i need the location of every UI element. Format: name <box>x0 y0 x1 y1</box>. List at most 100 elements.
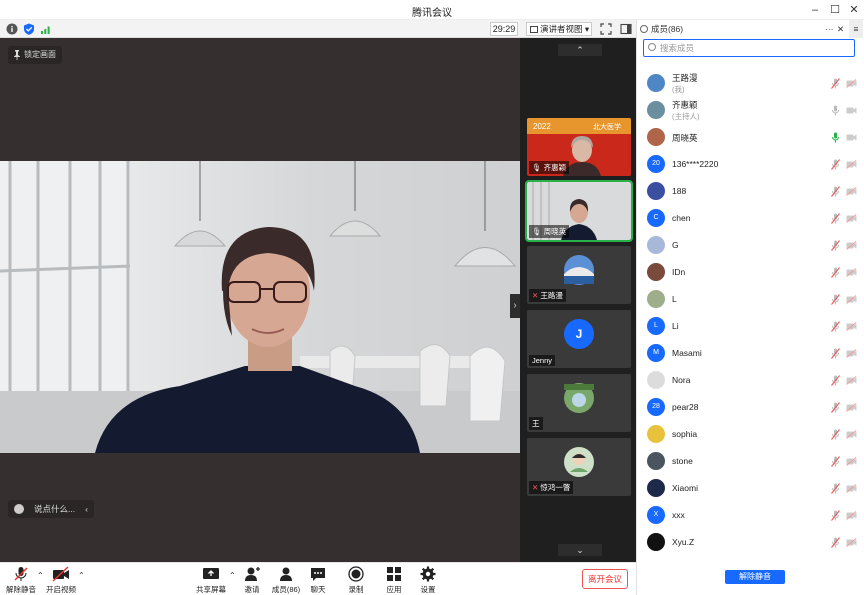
panel-menu-icon[interactable]: ≡ <box>849 20 863 38</box>
close-panel-icon[interactable]: ✕ <box>837 20 844 38</box>
participant-tile[interactable]: J Jenny <box>527 310 631 368</box>
leave-meeting-button[interactable]: 离开会议 <box>582 569 628 589</box>
participant-tile[interactable]: 2022 北大医学 🎙 齐惠颖 <box>527 118 631 176</box>
camera-off-icon[interactable] <box>846 268 857 277</box>
record-button[interactable]: 录制 <box>344 566 368 594</box>
mic-muted-icon[interactable] <box>831 159 840 170</box>
member-row[interactable]: Xiaomi <box>637 475 864 501</box>
apps-button[interactable]: 应用 <box>382 566 406 594</box>
minimize-button[interactable]: – <box>806 1 824 19</box>
mic-muted-icon[interactable] <box>831 294 840 305</box>
member-row[interactable]: 王路漫 (我) <box>637 70 864 96</box>
scroll-down-button[interactable]: ⌄ <box>558 544 602 556</box>
participant-tile[interactable]: 🎙 周晓英 <box>525 180 633 242</box>
member-row[interactable]: stone <box>637 448 864 474</box>
participant-tile[interactable]: 王 <box>527 374 631 432</box>
camera-off-icon[interactable] <box>846 484 857 493</box>
mic-muted-icon[interactable] <box>831 267 840 278</box>
member-name: 136****2220 <box>672 159 719 169</box>
member-row[interactable]: M Masami <box>637 340 864 366</box>
more-options-icon[interactable]: ··· <box>825 20 834 38</box>
chat-input[interactable]: 说点什么... ‹ <box>8 500 94 518</box>
member-row[interactable]: 周晓英 <box>637 124 864 150</box>
camera-off-icon[interactable] <box>846 322 857 331</box>
camera-off-icon[interactable] <box>846 538 857 547</box>
chat-button[interactable]: 聊天 <box>306 566 330 594</box>
grid-view-icon <box>530 26 538 33</box>
video-options-chevron-icon[interactable]: ⌃ <box>78 571 85 580</box>
member-row[interactable]: sophia <box>637 421 864 447</box>
signal-icon[interactable] <box>40 23 52 35</box>
member-row[interactable]: 188 <box>637 178 864 204</box>
mic-icon[interactable] <box>831 105 840 116</box>
member-row[interactable]: 28 pear28 <box>637 394 864 420</box>
mic-muted-icon[interactable] <box>831 537 840 548</box>
participant-tile[interactable]: ✕ 惊鸿一瞥 <box>527 438 631 496</box>
bottom-toolbar: 解除静音 ⌃ 开启视频 ⌃ 共享屏幕 ⌃ 邀请 成员(86) 聊天 录制 应用 … <box>0 562 636 595</box>
member-row[interactable]: Xxxx <box>637 502 864 528</box>
member-search-input[interactable]: 搜索成员 <box>643 39 855 57</box>
mic-muted-icon[interactable] <box>831 186 840 197</box>
camera-off-icon[interactable] <box>846 511 857 520</box>
member-avatar-photo <box>647 533 665 551</box>
camera-off-icon[interactable] <box>846 349 857 358</box>
unmute-button[interactable]: 解除静音 <box>6 566 36 594</box>
layout-panel-icon[interactable] <box>620 23 632 35</box>
members-button[interactable]: 成员(86) <box>270 566 302 594</box>
share-screen-button[interactable]: 共享屏幕 <box>196 566 226 594</box>
collapse-strip-button[interactable]: › <box>510 294 520 318</box>
mic-muted-icon[interactable] <box>831 483 840 494</box>
unmute-all-button[interactable]: 解除静音 <box>725 570 785 584</box>
member-row[interactable]: Xyu.Z <box>637 529 864 555</box>
member-row[interactable]: L <box>637 286 864 312</box>
member-row[interactable]: L Li <box>637 313 864 339</box>
settings-button[interactable]: 设置 <box>416 566 440 594</box>
camera-off-icon[interactable] <box>846 79 857 88</box>
mic-icon[interactable] <box>831 132 840 143</box>
share-options-chevron-icon[interactable]: ⌃ <box>229 571 236 580</box>
member-row[interactable]: IDn <box>637 259 864 285</box>
mic-muted-icon[interactable] <box>831 213 840 224</box>
camera-off-icon[interactable] <box>846 295 857 304</box>
camera-off-icon[interactable] <box>846 241 857 250</box>
chevron-left-icon[interactable]: ‹ <box>85 500 88 518</box>
security-shield-icon[interactable] <box>23 23 35 35</box>
mic-muted-icon[interactable] <box>831 402 840 413</box>
camera-off-icon[interactable] <box>846 214 857 223</box>
camera-off-icon[interactable] <box>846 376 857 385</box>
camera-off-icon[interactable] <box>846 457 857 466</box>
view-mode-dropdown[interactable]: 演讲者视图 ▾ <box>526 22 592 36</box>
member-row[interactable]: G <box>637 232 864 258</box>
member-row[interactable]: Nora <box>637 367 864 393</box>
mic-muted-icon[interactable] <box>831 456 840 467</box>
mic-muted-icon[interactable] <box>831 429 840 440</box>
mic-muted-icon[interactable] <box>831 240 840 251</box>
camera-off-icon[interactable] <box>846 403 857 412</box>
camera-icon[interactable] <box>846 133 857 142</box>
close-button[interactable]: ✕ <box>845 1 863 19</box>
mic-muted-icon[interactable] <box>831 78 840 89</box>
start-video-button[interactable]: 开启视频 <box>46 566 76 594</box>
camera-icon[interactable] <box>846 106 857 115</box>
camera-off-icon[interactable] <box>846 430 857 439</box>
camera-off-icon[interactable] <box>846 187 857 196</box>
member-row[interactable]: 齐惠颖 (主持人) <box>637 97 864 123</box>
scroll-up-button[interactable]: ⌃ <box>558 44 602 56</box>
participant-tile[interactable]: ✕ 王路漫 <box>527 246 631 304</box>
participant-name: 齐惠颖 <box>543 163 567 172</box>
mic-muted-icon[interactable] <box>831 348 840 359</box>
mic-muted-icon[interactable] <box>831 510 840 521</box>
member-row[interactable]: Cchen <box>637 205 864 231</box>
member-row[interactable]: 20 136****2220 <box>637 151 864 177</box>
invite-button[interactable]: 邀请 <box>240 566 264 594</box>
mic-muted-icon[interactable] <box>831 321 840 332</box>
maximize-button[interactable]: ☐ <box>826 1 844 19</box>
audio-options-chevron-icon[interactable]: ⌃ <box>37 571 44 580</box>
mic-muted-icon[interactable] <box>831 375 840 386</box>
emoji-icon[interactable] <box>14 504 24 514</box>
participant-name-label: 🎙 周晓英 <box>529 225 570 238</box>
info-icon[interactable] <box>6 23 18 35</box>
camera-off-icon[interactable] <box>846 160 857 169</box>
lock-view-button[interactable]: 锁定画面 <box>8 46 62 64</box>
fullscreen-icon[interactable] <box>600 23 612 35</box>
